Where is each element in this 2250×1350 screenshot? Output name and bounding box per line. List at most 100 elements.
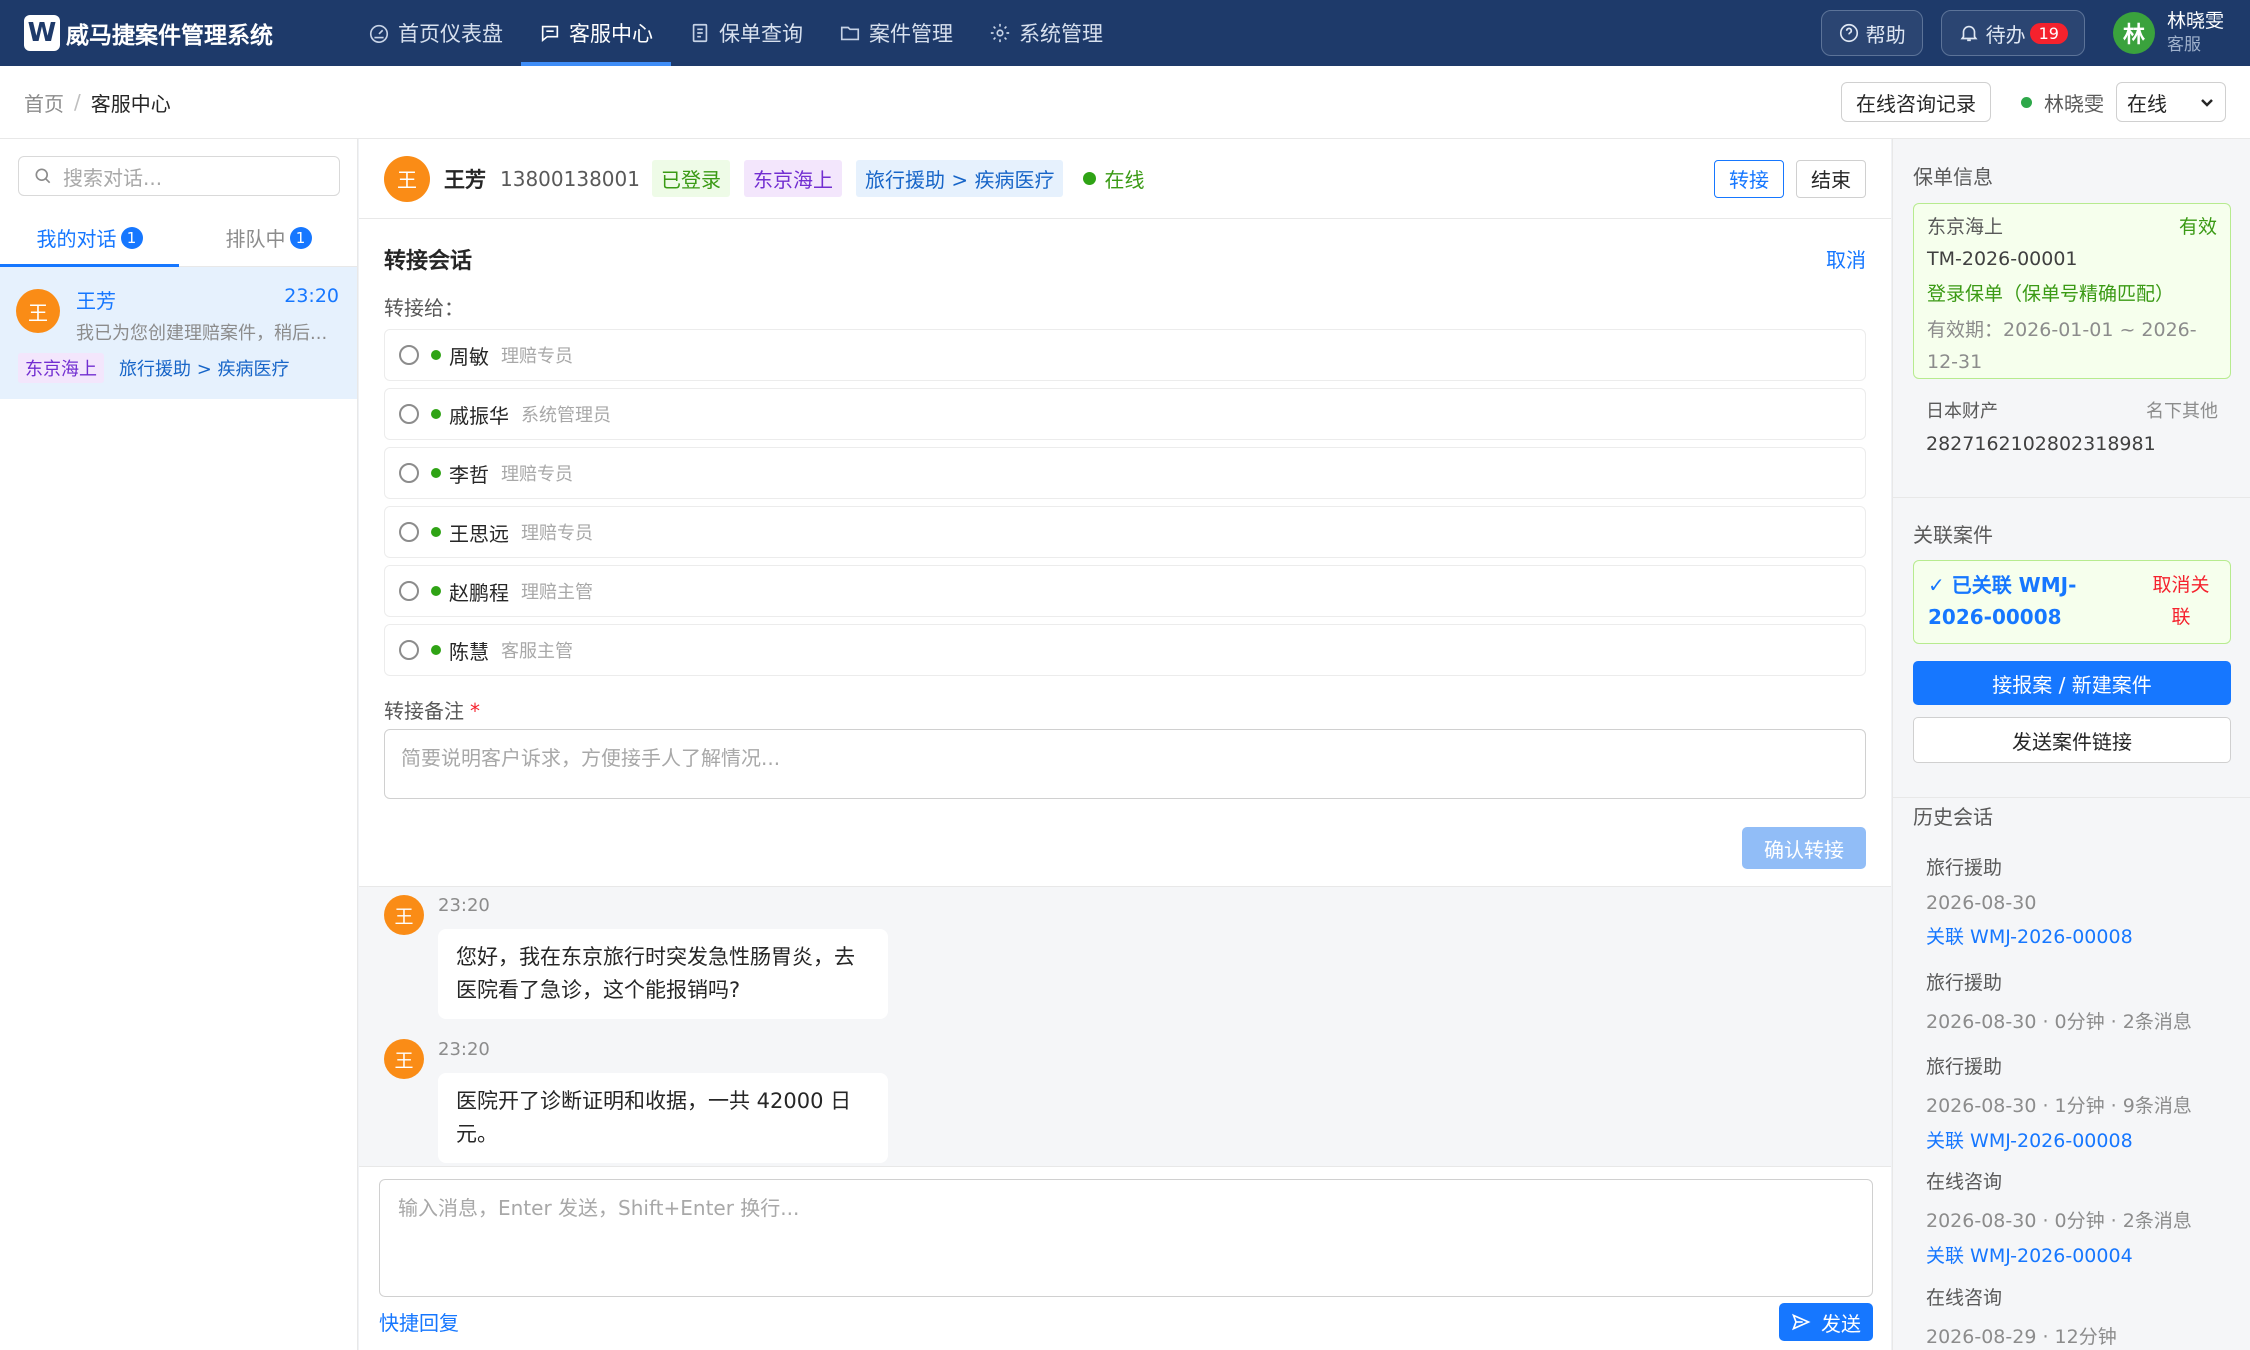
- top-navbar: W 威马捷案件管理系统 首页仪表盘 客服中心 保单查询 案件管理 系统管理 帮助: [0, 0, 2250, 66]
- tab-my-conversations[interactable]: 我的对话 1: [0, 209, 179, 267]
- dashboard-icon: [369, 24, 389, 43]
- radio-button[interactable]: [399, 404, 419, 424]
- brand[interactable]: W 威马捷案件管理系统: [24, 15, 324, 51]
- history-case-link[interactable]: 关联 WMJ-2026-00008: [1926, 922, 2226, 949]
- confirm-transfer-button[interactable]: 确认转接: [1742, 827, 1866, 869]
- nav-system-management-label: 系统管理: [1019, 22, 1103, 46]
- agent-option[interactable]: 戚振华 系统管理员: [384, 388, 1866, 440]
- todo-button[interactable]: 待办 19: [1940, 10, 2085, 56]
- unlink-case-button[interactable]: 取消关联: [2146, 569, 2216, 633]
- history-case-link[interactable]: 关联 WMJ-2026-00004: [1926, 1241, 2226, 1268]
- breadcrumb-current: 客服中心: [90, 91, 171, 116]
- consult-records-button[interactable]: 在线咨询记录: [1841, 82, 1991, 122]
- status-select[interactable]: 在线: [2116, 82, 2226, 122]
- radio-button[interactable]: [399, 581, 419, 601]
- composer: 输入消息，Enter 发送，Shift+Enter 换行... 快捷回复 发送: [359, 1166, 1891, 1350]
- agent-option-name: 李哲: [449, 462, 489, 487]
- user-menu[interactable]: 林 林晓雯 客服: [2112, 9, 2224, 57]
- category-tag: 旅行援助 > 疾病医疗: [112, 353, 297, 383]
- folder-icon: [840, 26, 860, 41]
- agent-option[interactable]: 陈慧 客服主管: [384, 624, 1866, 676]
- status-select-value: 在线: [2127, 91, 2167, 116]
- tab-count-badge: 1: [120, 226, 143, 249]
- conversation-tabs: 我的对话 1 排队中 1: [0, 209, 358, 267]
- send-button[interactable]: 发送: [1779, 1303, 1873, 1341]
- online-dot-icon: [431, 350, 441, 360]
- transfer-note-textarea[interactable]: 简要说明客户诉求，方便接手人了解情况...: [384, 729, 1866, 799]
- radio-button[interactable]: [399, 345, 419, 365]
- search-input[interactable]: 搜索对话...: [18, 156, 340, 196]
- history-item[interactable]: 在线咨询 2026-08-30 · 0分钟 · 2条消息 关联 WMJ-2026…: [1926, 1167, 2226, 1268]
- history-meta: 2026-08-30: [1926, 892, 2037, 914]
- app-title: 威马捷案件管理系统: [66, 23, 273, 49]
- policy-insurer: 东京海上: [1927, 216, 2004, 238]
- list-item[interactable]: 王 王芳 23:20 我已为您创建理赔案件，稍后... 东京海上 旅行援助 > …: [0, 267, 357, 399]
- help-button[interactable]: 帮助: [1820, 10, 1923, 56]
- radio-button[interactable]: [399, 522, 419, 542]
- tab-queue[interactable]: 排队中 1: [179, 209, 358, 266]
- transfer-cancel-link[interactable]: 取消: [1826, 244, 1866, 273]
- history-item[interactable]: 旅行援助 2026-08-30 · 1分钟 · 9条消息 关联 WMJ-2026…: [1926, 1052, 2226, 1153]
- agent-option[interactable]: 赵鹏程 理赔主管: [384, 565, 1866, 617]
- nav-policy-query-label: 保单查询: [719, 22, 803, 46]
- online-status: 在线: [1083, 164, 1144, 193]
- customer-name: 王芳: [444, 167, 486, 192]
- online-dot-icon: [431, 645, 441, 655]
- login-tag: 已登录: [651, 160, 730, 197]
- policy-match: 登录保单（保单号精确匹配）: [1927, 283, 2175, 305]
- message-input-placeholder: 输入消息，Enter 发送，Shift+Enter 换行...: [398, 1196, 800, 1220]
- send-case-link-button[interactable]: 发送案件链接: [1913, 717, 2231, 763]
- user-name: 林晓雯: [2166, 10, 2224, 32]
- policy-validity: 有效期：2026-01-01 ~ 2026-12-31: [1927, 319, 2197, 373]
- nav-service-center[interactable]: 客服中心: [521, 0, 671, 66]
- user-role: 客服: [2166, 35, 2201, 55]
- history-type: 在线咨询: [1926, 1287, 2003, 1309]
- history-section-title: 历史会话: [1913, 805, 1993, 829]
- help-icon: [1839, 23, 1858, 43]
- divider: [1893, 497, 2250, 498]
- message-input[interactable]: 输入消息，Enter 发送，Shift+Enter 换行...: [379, 1179, 1873, 1297]
- history-meta: 2026-08-30 · 0分钟 · 2条消息: [1926, 1011, 2192, 1033]
- nav-dashboard[interactable]: 首页仪表盘: [350, 0, 521, 66]
- chat-panel: 王 王芳 13800138001 已登录 东京海上 旅行援助 > 疾病医疗 在线…: [359, 139, 1891, 1350]
- breadcrumb-home[interactable]: 首页: [24, 88, 64, 117]
- case-section-title: 关联案件: [1913, 523, 1993, 547]
- agent-status: 林晓雯: [2021, 88, 2104, 117]
- gear-icon: [990, 23, 1010, 43]
- other-policy-number: 2827162102802318981: [1926, 433, 2156, 455]
- policy-card[interactable]: 东京海上 有效 TM-2026-00001 登录保单（保单号精确匹配） 有效期：…: [1913, 203, 2231, 379]
- nav-policy-query[interactable]: 保单查询: [671, 0, 821, 66]
- agent-option-name: 周敏: [449, 344, 489, 369]
- online-dot-icon: [431, 527, 441, 537]
- nav-case-management[interactable]: 案件管理: [821, 0, 971, 66]
- agent-name: 林晓雯: [2044, 91, 2104, 116]
- new-case-button[interactable]: 接报案 / 新建案件: [1913, 661, 2231, 705]
- agent-option-name: 王思远: [449, 521, 509, 546]
- breadcrumb-bar: 首页 / 客服中心 在线咨询记录 林晓雯 在线: [0, 66, 2250, 139]
- main-nav: 首页仪表盘 客服中心 保单查询 案件管理 系统管理: [350, 0, 1121, 66]
- linked-case-card: ✓ 已关联 WMJ-2026-00008 取消关联: [1913, 560, 2231, 644]
- end-button[interactable]: 结束: [1796, 159, 1866, 198]
- nav-system-management[interactable]: 系统管理: [971, 0, 1121, 66]
- history-case-link[interactable]: 关联 WMJ-2026-00008: [1926, 1126, 2226, 1153]
- tab-count-badge: 1: [289, 226, 312, 249]
- history-item[interactable]: 旅行援助 2026-08-30 关联 WMJ-2026-00008: [1926, 853, 2226, 949]
- history-meta: 2026-08-30 · 0分钟 · 2条消息: [1926, 1210, 2192, 1232]
- agent-option[interactable]: 周敏 理赔专员: [384, 329, 1866, 381]
- transfer-note-label: 转接备注 *: [384, 695, 480, 724]
- brand-logo: W: [24, 15, 60, 51]
- radio-button[interactable]: [399, 640, 419, 660]
- quick-reply-link[interactable]: 快捷回复: [379, 1307, 459, 1336]
- transfer-button[interactable]: 转接: [1714, 159, 1784, 198]
- tab-my-conversations-label: 我的对话: [36, 227, 117, 251]
- linked-case-link[interactable]: ✓ 已关联 WMJ-2026-00008: [1928, 569, 2138, 633]
- agent-option[interactable]: 李哲 理赔专员: [384, 447, 1866, 499]
- history-item[interactable]: 在线咨询 2026-08-29 · 12分钟: [1926, 1283, 2226, 1349]
- radio-button[interactable]: [399, 463, 419, 483]
- other-policy[interactable]: 日本财产 名下其他 2827162102802318981: [1926, 397, 2218, 455]
- history-item[interactable]: 旅行援助 2026-08-30 · 0分钟 · 2条消息: [1926, 968, 2226, 1034]
- bell-icon: [1960, 25, 1978, 42]
- agent-option-name: 陈慧: [449, 639, 489, 664]
- policy-number: TM-2026-00001: [1927, 248, 2078, 270]
- agent-option[interactable]: 王思远 理赔专员: [384, 506, 1866, 558]
